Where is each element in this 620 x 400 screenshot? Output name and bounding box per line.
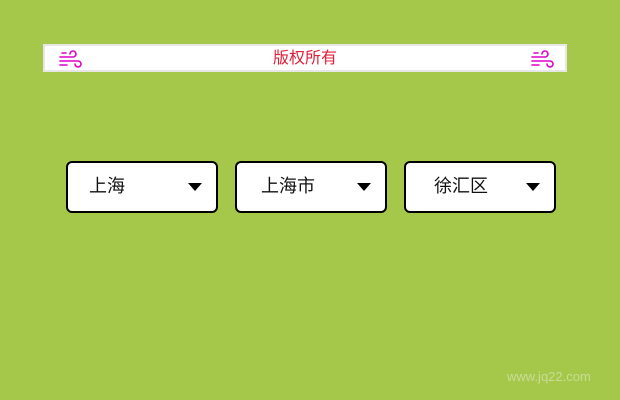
caret-down-icon bbox=[357, 183, 371, 191]
province-select-value: 上海 bbox=[89, 176, 125, 197]
district-select-value: 徐汇区 bbox=[434, 176, 488, 197]
wind-icon bbox=[531, 50, 554, 68]
caret-down-icon bbox=[526, 183, 540, 191]
district-select[interactable]: 徐汇区 bbox=[404, 161, 556, 213]
copyright-banner: 版权所有 bbox=[43, 44, 567, 72]
watermark: www.jq22.com bbox=[507, 369, 591, 384]
province-select[interactable]: 上海 bbox=[66, 161, 218, 213]
wind-icon bbox=[59, 50, 82, 68]
caret-down-icon bbox=[188, 183, 202, 191]
copyright-text: 版权所有 bbox=[272, 48, 337, 67]
city-select-value: 上海市 bbox=[261, 176, 315, 197]
city-select[interactable]: 上海市 bbox=[235, 161, 387, 213]
